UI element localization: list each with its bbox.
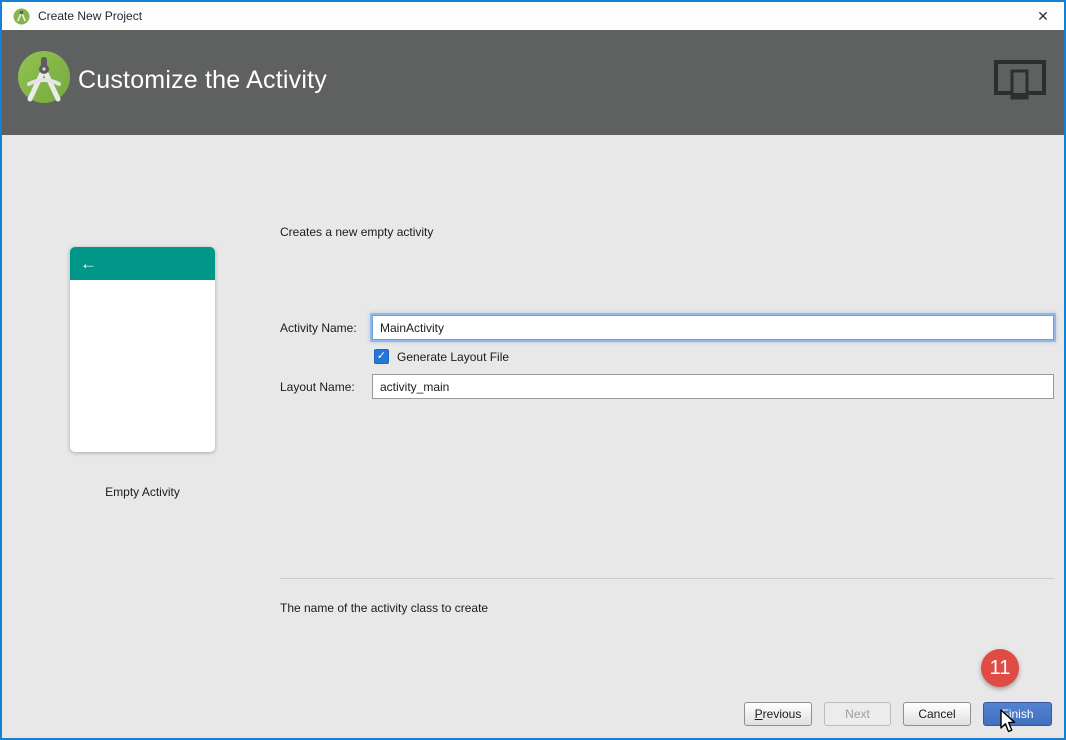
android-studio-logo-icon bbox=[18, 51, 70, 103]
layout-name-input[interactable] bbox=[372, 374, 1054, 399]
activity-preview-card: ← bbox=[70, 247, 215, 452]
devices-icon bbox=[994, 60, 1046, 104]
close-icon[interactable]: ✕ bbox=[1026, 2, 1060, 30]
generate-layout-label[interactable]: Generate Layout File bbox=[397, 350, 509, 364]
activity-name-label: Activity Name: bbox=[280, 321, 357, 335]
cancel-button[interactable]: Cancel bbox=[903, 702, 971, 726]
title-bar: Create New Project ✕ bbox=[2, 2, 1064, 30]
back-arrow-icon: ← bbox=[80, 255, 97, 272]
previous-button[interactable]: Previous bbox=[744, 702, 812, 726]
activity-name-input[interactable] bbox=[372, 315, 1054, 340]
preview-label: Empty Activity bbox=[40, 485, 245, 499]
layout-name-label: Layout Name: bbox=[280, 380, 355, 394]
mouse-cursor-icon bbox=[997, 709, 1019, 735]
next-button[interactable]: Next bbox=[824, 702, 891, 726]
footer-hint: The name of the activity class to create bbox=[280, 601, 488, 615]
generate-layout-checkbox[interactable]: ✓ bbox=[374, 349, 389, 364]
wizard-header: Customize the Activity bbox=[2, 30, 1064, 135]
form-description: Creates a new empty activity bbox=[280, 225, 433, 239]
generate-layout-row: ✓ Generate Layout File bbox=[374, 349, 509, 364]
preview-card-header: ← bbox=[70, 247, 215, 280]
step-badge: 11 bbox=[981, 649, 1019, 687]
window-title: Create New Project bbox=[38, 9, 142, 23]
android-studio-icon bbox=[13, 8, 30, 25]
create-new-project-dialog: Create New Project ✕ Customize the Activ… bbox=[0, 0, 1066, 740]
page-title: Customize the Activity bbox=[78, 66, 327, 95]
separator-line bbox=[280, 578, 1054, 579]
